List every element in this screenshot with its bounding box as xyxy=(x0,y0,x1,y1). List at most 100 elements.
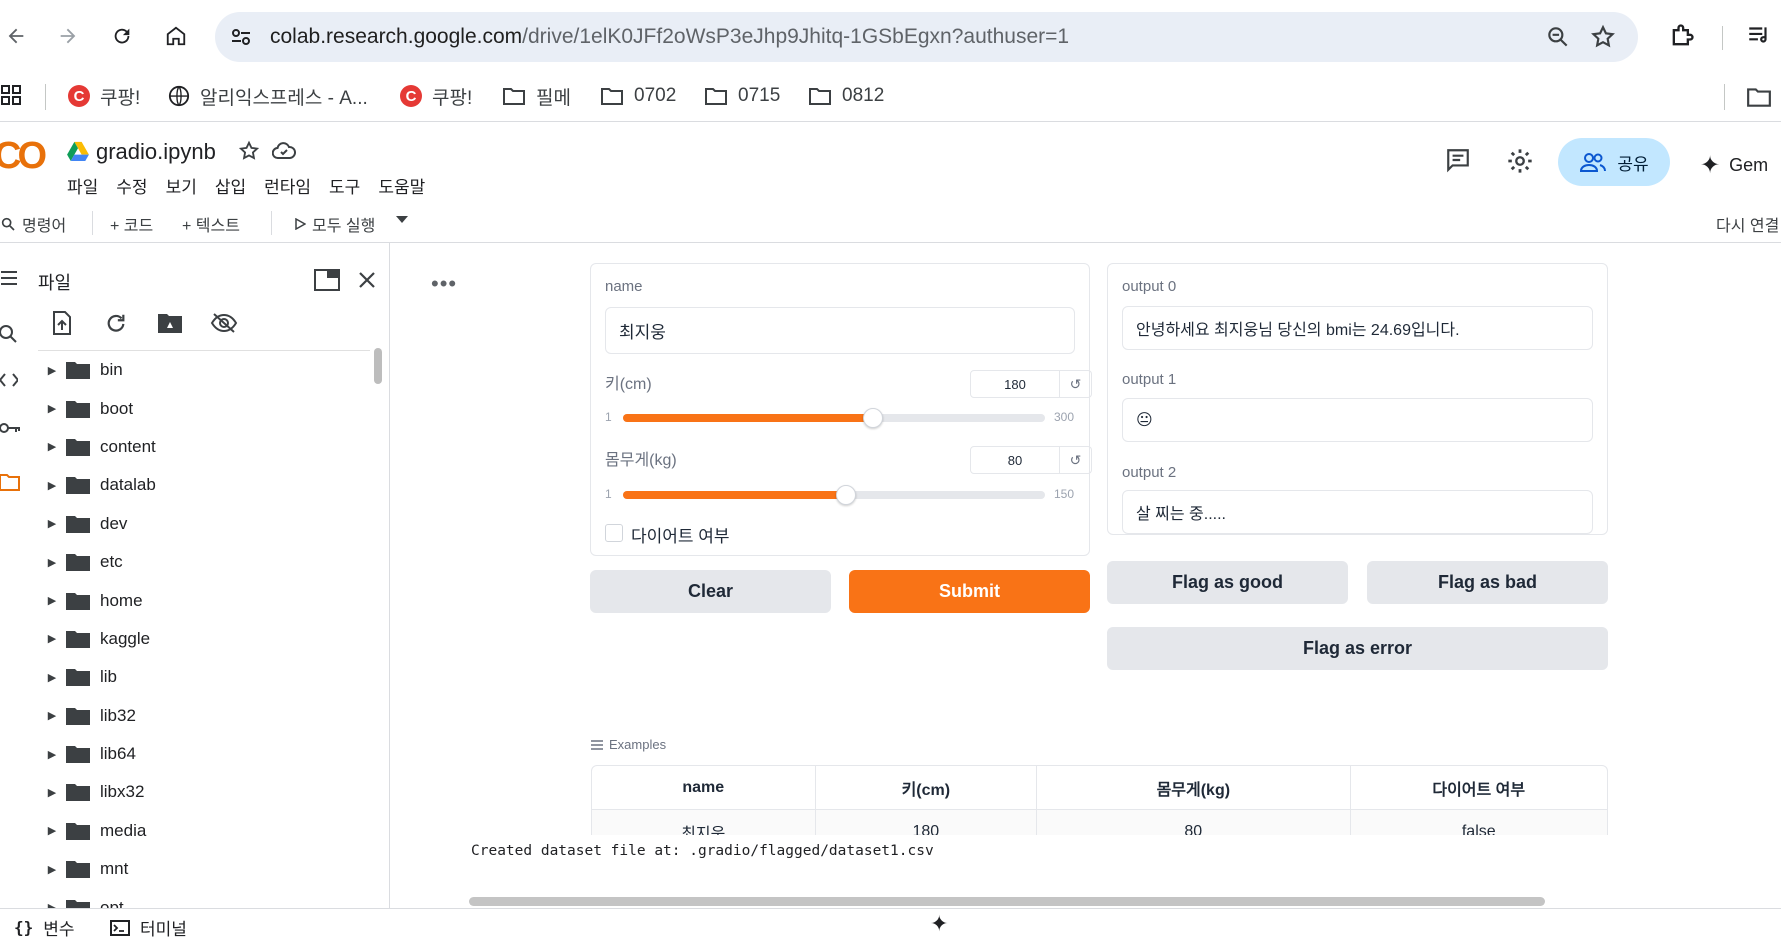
add-text-button[interactable]: + 텍스트 xyxy=(182,212,240,236)
diet-checkbox[interactable] xyxy=(605,524,623,542)
output1-textbox[interactable]: 😐 xyxy=(1122,398,1593,442)
bookmark-coupang-2[interactable]: C 쿠팡! xyxy=(400,80,472,112)
flag-good-button[interactable]: Flag as good xyxy=(1107,561,1348,604)
expand-arrow-icon[interactable]: ▶ xyxy=(38,440,66,453)
all-bookmarks-folder-icon[interactable] xyxy=(1746,86,1772,108)
refresh-icon[interactable] xyxy=(100,307,132,339)
settings-gear-icon[interactable] xyxy=(1506,147,1534,175)
find-replace-icon[interactable] xyxy=(0,323,18,345)
bookmark-folder-pilme[interactable]: 필메 xyxy=(502,80,571,112)
bookmark-folder-0702[interactable]: 0702 xyxy=(600,80,676,112)
height-slider-thumb[interactable] xyxy=(863,408,883,428)
weight-reset-icon[interactable]: ↺ xyxy=(1060,446,1092,474)
folder-row[interactable]: ▶ media xyxy=(38,812,370,850)
menu-file[interactable]: 파일 xyxy=(67,173,98,198)
weight-slider-thumb[interactable] xyxy=(836,485,856,505)
menu-view[interactable]: 보기 xyxy=(166,173,197,198)
folder-row[interactable]: ▶ opt xyxy=(38,888,370,908)
folder-row[interactable]: ▶ kaggle xyxy=(38,620,370,658)
code-snippets-icon[interactable] xyxy=(0,371,18,389)
apps-grid-icon[interactable] xyxy=(0,84,24,108)
height-reset-icon[interactable]: ↺ xyxy=(1060,370,1092,398)
height-slider[interactable] xyxy=(623,408,1045,428)
expand-arrow-icon[interactable]: ▶ xyxy=(38,479,66,492)
folder-row[interactable]: ▶ lib xyxy=(38,658,370,696)
secrets-key-icon[interactable] xyxy=(0,421,20,435)
share-button[interactable]: 공유 xyxy=(1558,138,1670,186)
reload-icon[interactable] xyxy=(106,20,138,52)
reading-list-icon[interactable] xyxy=(1746,22,1772,48)
menu-help[interactable]: 도움말 xyxy=(378,173,425,198)
expand-arrow-icon[interactable]: ▶ xyxy=(38,786,66,799)
reconnect-button[interactable]: 다시 연결 xyxy=(1716,212,1779,236)
expand-arrow-icon[interactable]: ▶ xyxy=(38,671,66,684)
folder-row[interactable]: ▶ lib64 xyxy=(38,735,370,773)
url-text[interactable]: colab.research.google.com/drive/1elK0JFf… xyxy=(270,25,1069,49)
folder-row[interactable]: ▶ datalab xyxy=(38,466,370,504)
clear-button[interactable]: Clear xyxy=(590,570,831,613)
expand-arrow-icon[interactable]: ▶ xyxy=(38,364,66,377)
zoom-icon[interactable] xyxy=(1545,24,1571,50)
output2-textbox[interactable]: 살 찌는 중..... xyxy=(1122,490,1593,534)
height-number-input[interactable]: 180 xyxy=(970,370,1060,398)
cell-output-menu-icon[interactable]: ••• xyxy=(431,271,457,297)
expand-arrow-icon[interactable]: ▶ xyxy=(38,863,66,876)
add-code-button[interactable]: + 코드 xyxy=(110,212,153,236)
home-icon[interactable] xyxy=(160,20,192,52)
mount-drive-icon[interactable] xyxy=(154,307,186,339)
horizontal-scrollbar[interactable] xyxy=(469,897,1545,906)
run-all-button[interactable]: 모두 실행 xyxy=(294,212,375,236)
extensions-icon[interactable] xyxy=(1668,22,1696,50)
expand-arrow-icon[interactable]: ▶ xyxy=(38,556,66,569)
bookmark-folder-0812[interactable]: 0812 xyxy=(808,80,884,112)
bookmark-folder-0715[interactable]: 0715 xyxy=(704,80,780,112)
folder-row[interactable]: ▶ etc xyxy=(38,543,370,581)
expand-arrow-icon[interactable]: ▶ xyxy=(38,901,66,908)
flag-bad-button[interactable]: Flag as bad xyxy=(1367,561,1608,604)
expand-arrow-icon[interactable]: ▶ xyxy=(38,748,66,761)
menu-insert[interactable]: 삽입 xyxy=(215,173,246,198)
expand-arrow-icon[interactable]: ▶ xyxy=(38,824,66,837)
folder-row[interactable]: ▶ bin xyxy=(38,351,370,389)
submit-button[interactable]: Submit xyxy=(849,570,1090,613)
weight-number-input[interactable]: 80 xyxy=(970,446,1060,474)
folder-row[interactable]: ▶ boot xyxy=(38,389,370,427)
site-settings-icon[interactable] xyxy=(229,25,253,49)
run-all-dropdown-icon[interactable] xyxy=(396,216,408,224)
bookmark-aliexpress[interactable]: 알리익스프레스 - A... xyxy=(168,80,368,112)
name-input[interactable]: 최지웅 xyxy=(605,307,1075,354)
expand-arrow-icon[interactable]: ▶ xyxy=(38,594,66,607)
folder-row[interactable]: ▶ libx32 xyxy=(38,773,370,811)
address-bar[interactable]: colab.research.google.com/drive/1elK0JFf… xyxy=(215,12,1638,62)
folder-row[interactable]: ▶ dev xyxy=(38,505,370,543)
bookmark-star-icon[interactable] xyxy=(1590,24,1616,50)
expand-arrow-icon[interactable]: ▶ xyxy=(38,709,66,722)
expand-arrow-icon[interactable]: ▶ xyxy=(38,517,66,530)
flag-error-button[interactable]: Flag as error xyxy=(1107,627,1608,670)
menu-edit[interactable]: 수정 xyxy=(116,173,147,198)
hide-hidden-files-icon[interactable] xyxy=(208,307,240,339)
table-of-contents-icon[interactable] xyxy=(0,269,18,287)
output0-textbox[interactable]: 안녕하세요 최지웅님 당신의 bmi는 24.69입니다. xyxy=(1122,306,1593,350)
terminal-button[interactable]: 터미널 xyxy=(110,915,187,940)
menu-runtime[interactable]: 런타임 xyxy=(264,173,311,198)
weight-slider[interactable] xyxy=(623,485,1045,505)
open-in-tab-icon[interactable] xyxy=(314,269,340,291)
notebook-title[interactable]: gradio.ipynb xyxy=(96,139,216,165)
gemini-sparkle-icon[interactable]: ✦ xyxy=(930,911,948,937)
back-icon[interactable] xyxy=(0,20,32,52)
forward-icon[interactable] xyxy=(52,20,84,52)
comment-icon[interactable] xyxy=(1444,147,1472,173)
folder-row[interactable]: ▶ lib32 xyxy=(38,697,370,735)
star-icon[interactable] xyxy=(238,140,260,162)
colab-logo[interactable]: CO xyxy=(0,135,47,178)
close-icon[interactable] xyxy=(358,271,376,289)
folder-row[interactable]: ▶ content xyxy=(38,428,370,466)
folder-row[interactable]: ▶ home xyxy=(38,581,370,619)
command-palette-button[interactable]: 명령어 xyxy=(0,212,66,236)
expand-arrow-icon[interactable]: ▶ xyxy=(38,632,66,645)
upload-file-icon[interactable] xyxy=(46,307,78,339)
file-tree-scrollbar[interactable] xyxy=(374,348,382,384)
folder-row[interactable]: ▶ mnt xyxy=(38,850,370,888)
expand-arrow-icon[interactable]: ▶ xyxy=(38,402,66,415)
